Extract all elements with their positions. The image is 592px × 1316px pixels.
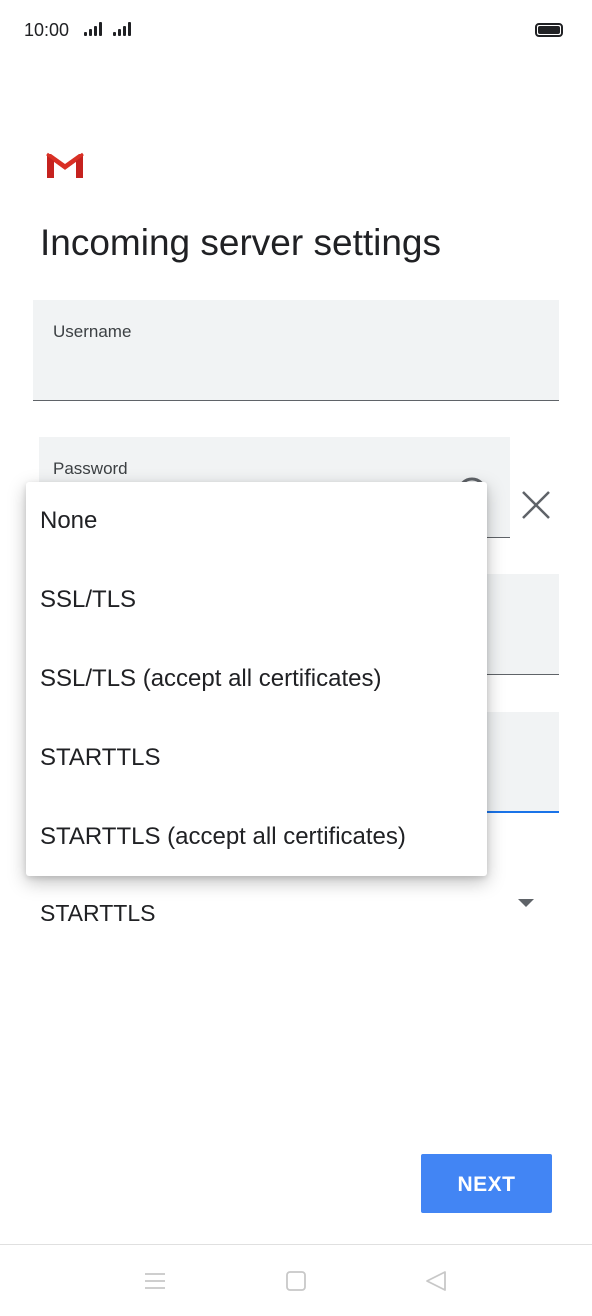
security-type-dropdown: None SSL/TLS SSL/TLS (accept all certifi… [26, 482, 487, 876]
close-icon[interactable] [518, 487, 554, 523]
gmail-logo-icon [46, 152, 84, 178]
option-ssl-tls-accept-all[interactable]: SSL/TLS (accept all certificates) [26, 640, 487, 719]
navigation-bar [0, 1244, 592, 1316]
home-square-icon[interactable] [284, 1269, 308, 1293]
option-label: SSL/TLS [40, 586, 137, 613]
option-none[interactable]: None [26, 482, 487, 561]
signal-bars-icon [84, 22, 108, 36]
option-starttls-accept-all[interactable]: STARTTLS (accept all certificates) [26, 798, 487, 877]
status-time: 10:00 [24, 20, 70, 40]
menu-icon[interactable] [143, 1269, 167, 1293]
security-type-value: STARTTLS [40, 900, 156, 926]
signal-bars-icon [113, 22, 137, 36]
option-starttls[interactable]: STARTTLS [26, 719, 487, 798]
status-bar: 10:00 [0, 0, 592, 62]
password-label: Password [53, 459, 128, 478]
option-ssl-tls[interactable]: SSL/TLS [26, 561, 487, 640]
back-triangle-icon[interactable] [424, 1269, 448, 1293]
username-field[interactable]: Username [33, 300, 559, 401]
username-label: Username [53, 322, 132, 341]
battery-full-icon [535, 23, 563, 37]
option-label: SSL/TLS (accept all certificates) [40, 665, 382, 692]
next-button[interactable]: NEXT [421, 1154, 552, 1213]
page-title: Incoming server settings [40, 222, 442, 263]
dropdown-arrow-icon[interactable] [518, 899, 534, 907]
option-label: STARTTLS [40, 744, 161, 771]
option-label: None [40, 507, 98, 534]
option-label: STARTTLS (accept all certificates) [40, 823, 406, 850]
